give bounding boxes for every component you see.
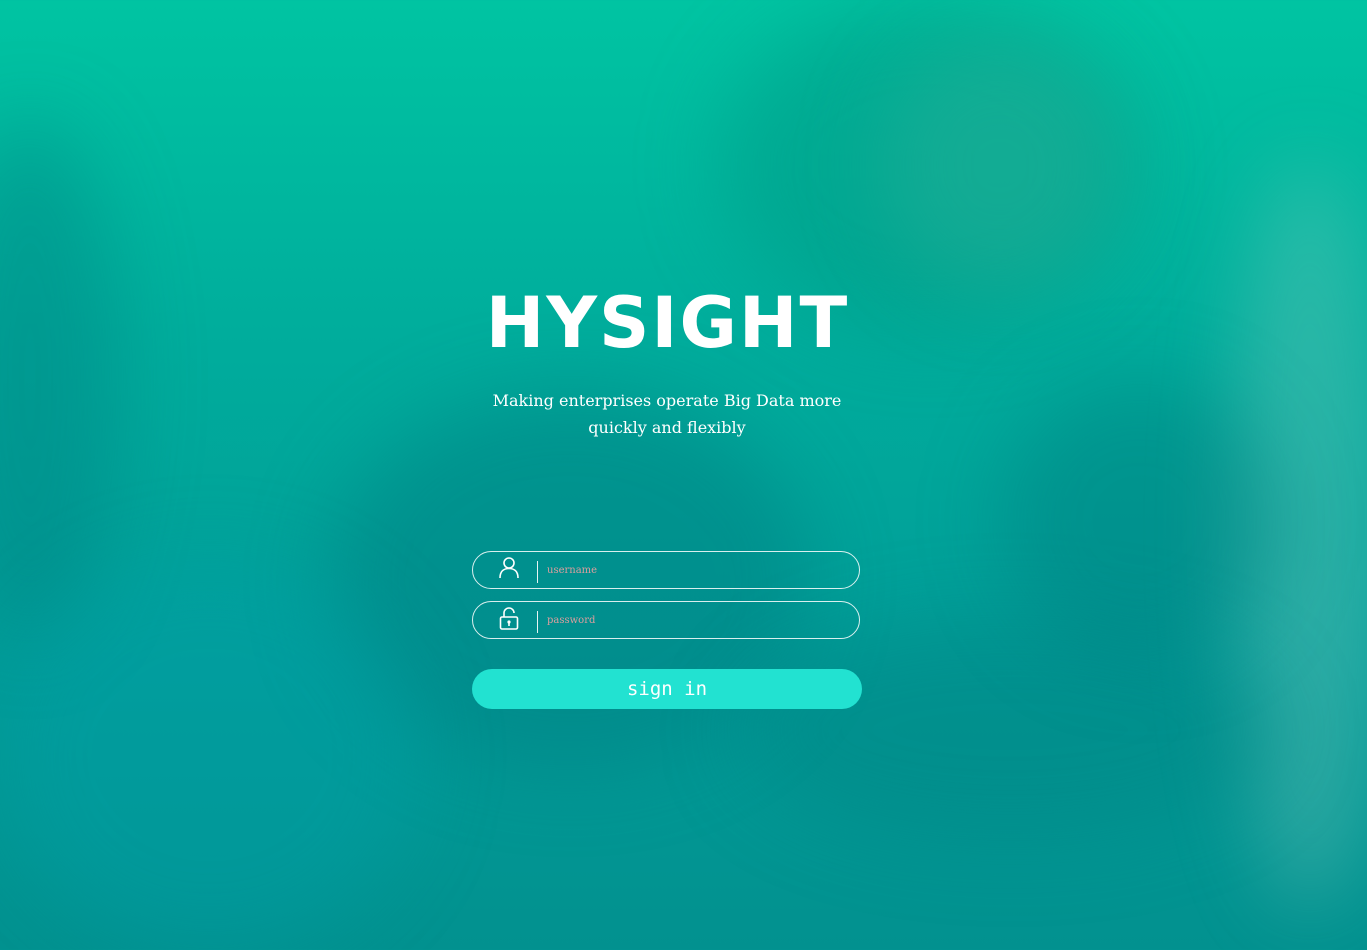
sign-in-button[interactable]: sign in [472, 669, 862, 709]
background-blur-shape [0, 120, 120, 640]
password-input[interactable] [547, 606, 847, 634]
background-blur-shape [880, 40, 1120, 290]
tagline: Making enterprises operate Big Data more… [492, 391, 842, 437]
lock-icon [497, 605, 521, 633]
brand-logo: HYSIGHT [485, 282, 850, 364]
background-blur-shape [0, 560, 420, 950]
field-divider [537, 611, 538, 633]
password-field[interactable] [472, 601, 860, 639]
background-blur-shape [740, 620, 1280, 840]
user-icon [497, 555, 521, 583]
username-field[interactable] [472, 551, 860, 589]
background-blur-shape [1000, 380, 1280, 660]
background-blur-shape [1230, 160, 1367, 910]
field-divider [537, 561, 538, 583]
username-input[interactable] [547, 556, 847, 584]
background-blur-shape [720, 0, 1140, 330]
